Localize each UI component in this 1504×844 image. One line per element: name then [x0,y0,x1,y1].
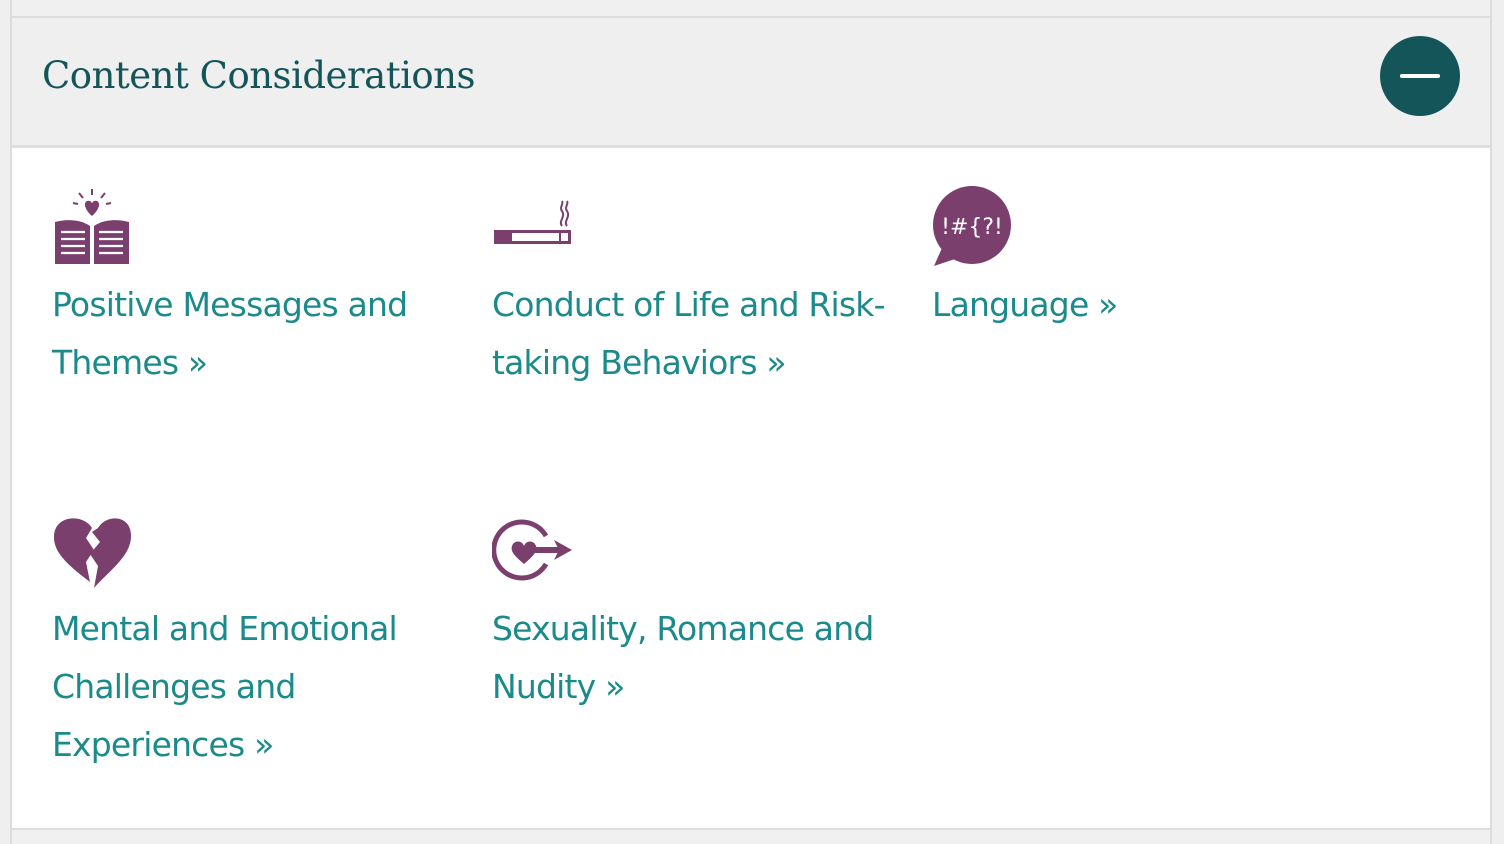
speech-bubble-icon: !#{?! [933,186,1011,266]
consideration-sexuality: Sexuality, Romance and Nudity » [492,510,892,716]
consideration-positive-messages: Positive Messages and Themes » [52,186,452,392]
content-considerations-panel: Content Considerations Positive Messages… [10,16,1492,830]
consideration-language: !#{?! Language » [932,186,1332,334]
collapse-button[interactable] [1380,36,1460,116]
next-section-edge [10,830,1492,844]
consideration-mental-emotional: Mental and Emotional Challenges and Expe… [52,510,452,774]
section-title: Content Considerations [42,54,476,97]
cigarette-icon [494,200,571,244]
open-book-heart-icon [55,189,129,264]
broken-heart-icon [53,518,131,588]
consideration-link[interactable]: Positive Messages and Themes » [52,276,452,392]
minus-icon [1400,74,1440,78]
consideration-link[interactable]: Mental and Emotional Challenges and Expe… [52,600,452,774]
consideration-conduct-of-life: Conduct of Life and Risk-taking Behavior… [492,186,892,392]
previous-section-edge [10,0,1492,16]
consideration-link[interactable]: Conduct of Life and Risk-taking Behavior… [492,276,892,392]
consideration-link[interactable]: Language » [932,276,1332,334]
speech-bubble-text: !#{?! [941,215,1003,240]
consideration-link[interactable]: Sexuality, Romance and Nudity » [492,600,892,716]
heart-target-arrow-icon [492,519,572,581]
panel-header[interactable]: Content Considerations [12,18,1490,148]
